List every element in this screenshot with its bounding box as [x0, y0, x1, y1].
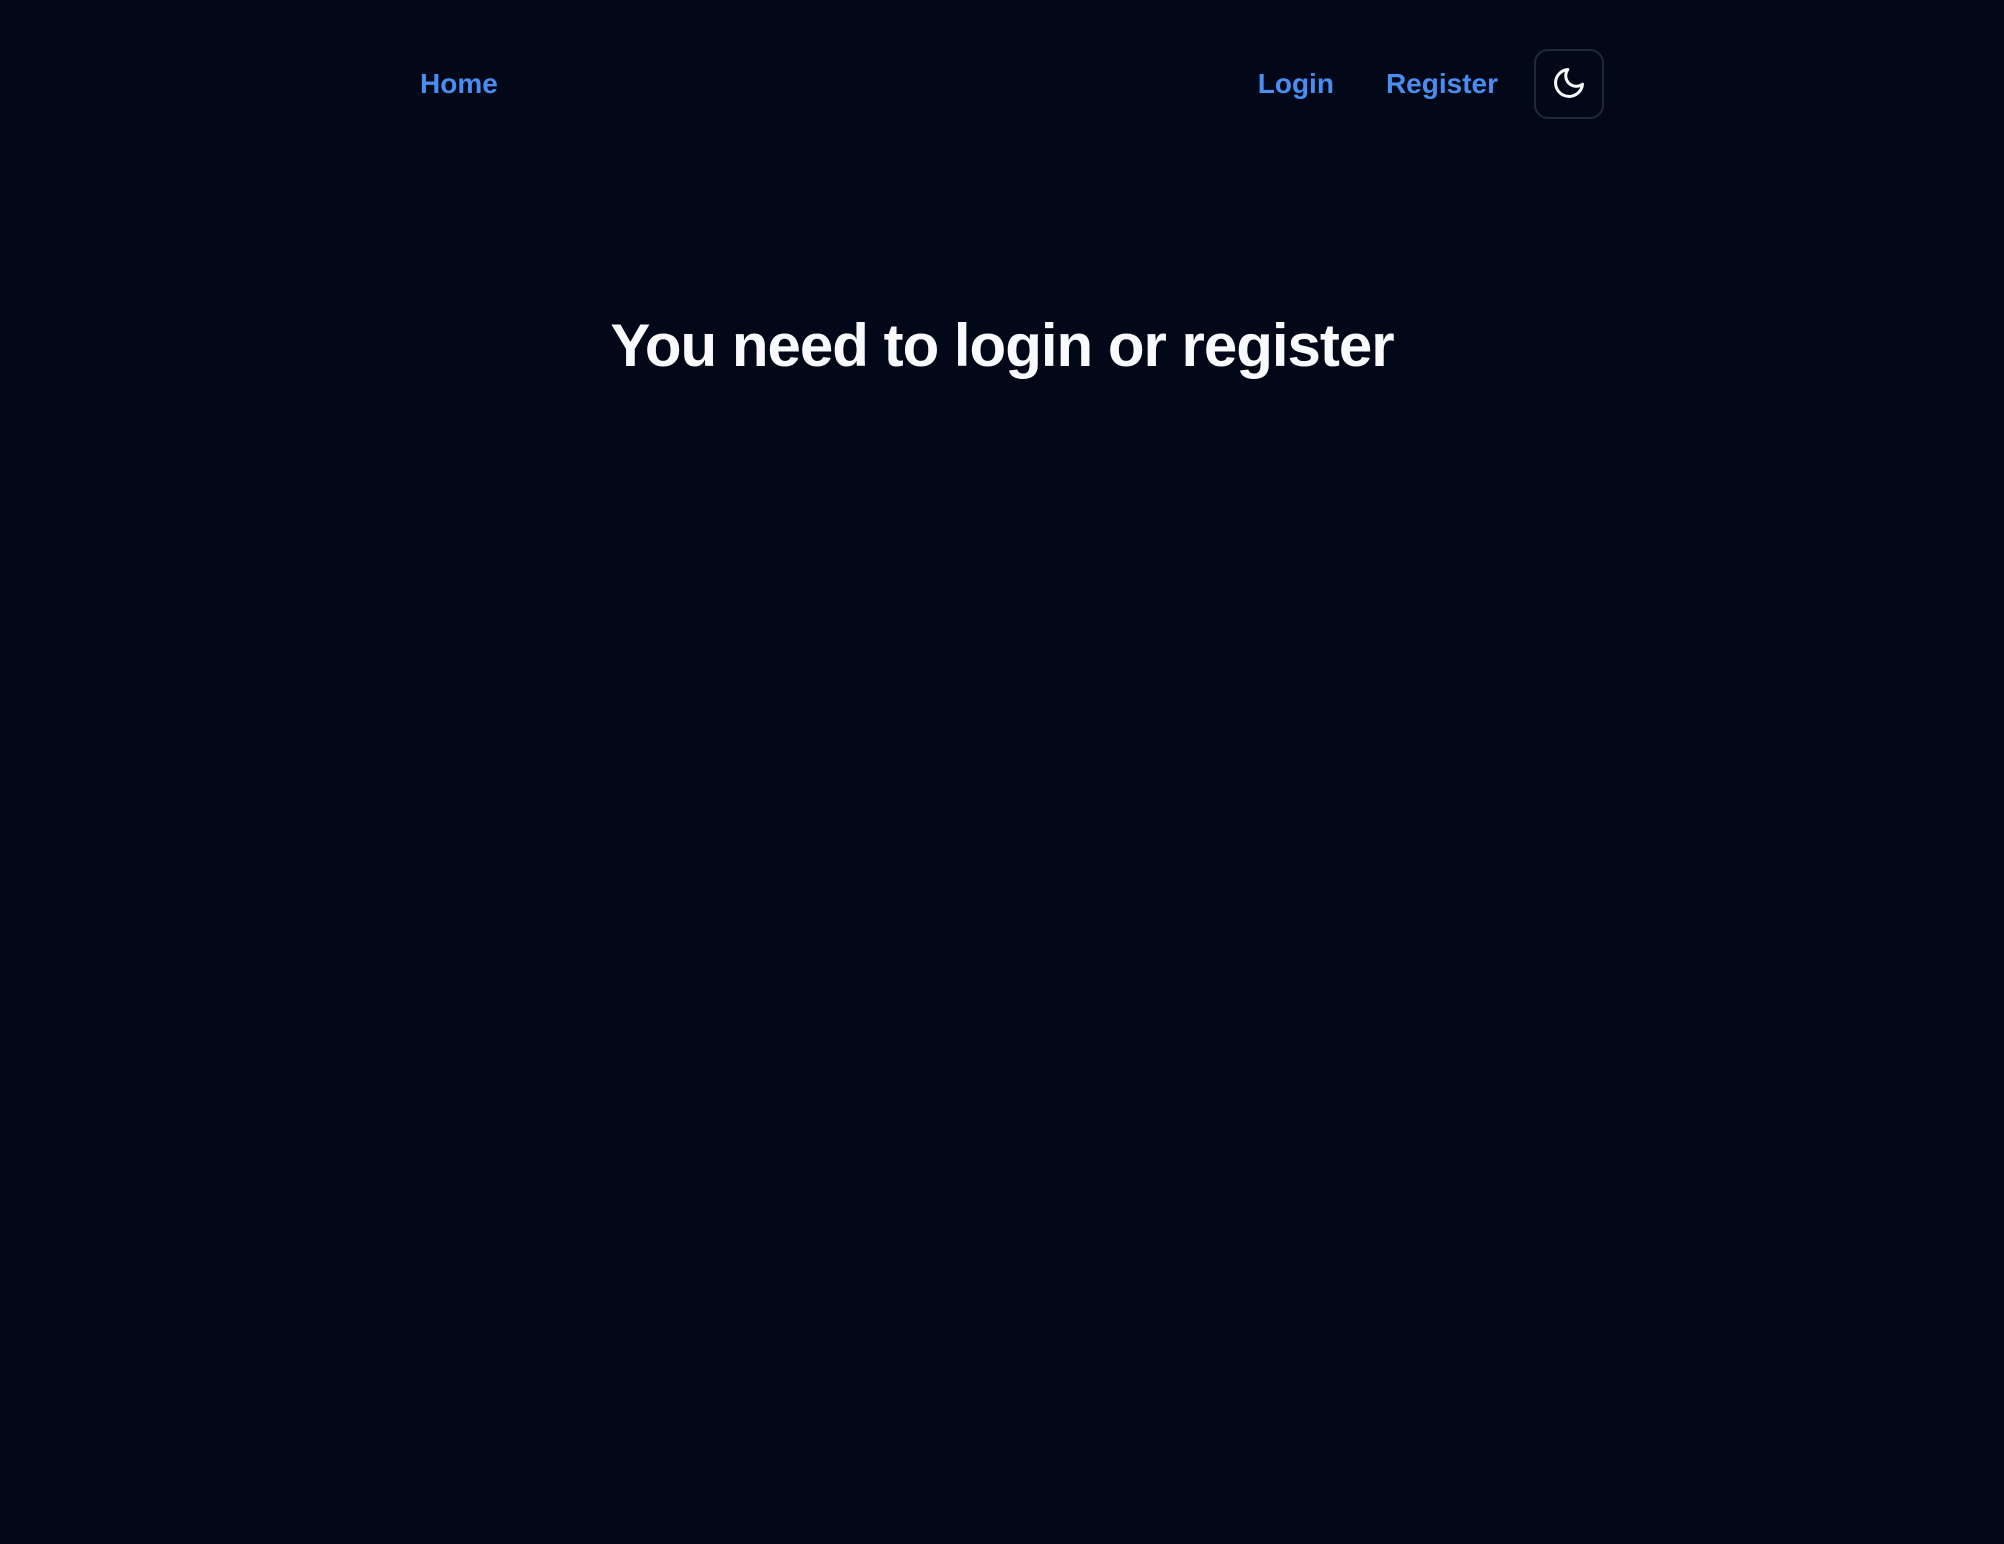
- moon-icon: [1551, 65, 1587, 104]
- login-link[interactable]: Login: [1238, 58, 1354, 110]
- page-title: You need to login or register: [610, 312, 1394, 379]
- theme-toggle-button[interactable]: [1534, 49, 1604, 119]
- home-link[interactable]: Home: [400, 58, 518, 110]
- nav-left-group: Home: [400, 58, 518, 110]
- register-link[interactable]: Register: [1366, 58, 1518, 110]
- top-navbar: Home Login Register: [400, 48, 1604, 120]
- nav-right-group: Login Register: [1238, 49, 1604, 119]
